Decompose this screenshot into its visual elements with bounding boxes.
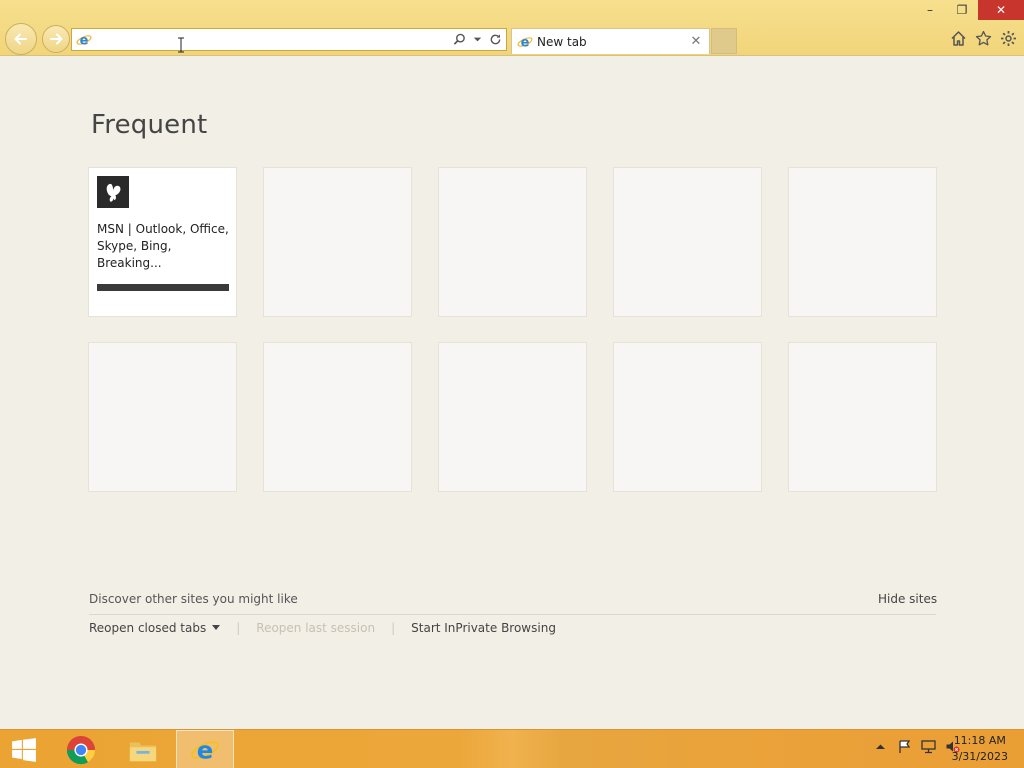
network-icon[interactable] — [920, 738, 936, 754]
taskbar-file-explorer[interactable] — [114, 730, 172, 768]
tile-title: MSN | Outlook, Office, Skype, Bing, Brea… — [97, 222, 229, 270]
reopen-last-session-link: Reopen last session — [256, 621, 376, 635]
home-icon[interactable] — [949, 29, 968, 48]
clock-date: 3/31/2023 — [951, 750, 1008, 763]
browser-chrome: e e New tab ✕ – ❐ ✕ — [0, 0, 1024, 56]
reopen-closed-tabs-button[interactable]: Reopen closed tabs — [89, 621, 221, 635]
clock-time: 11:18 AM — [953, 734, 1006, 747]
chevron-down-icon — [212, 625, 221, 630]
frequent-tile-empty — [613, 342, 762, 492]
frequent-tile-empty — [438, 167, 587, 317]
msn-butterfly-icon — [97, 176, 129, 208]
taskbar: e 11:18 AM 3/31/2023 — [0, 729, 1024, 768]
back-button[interactable] — [5, 23, 37, 55]
close-button[interactable]: ✕ — [978, 0, 1024, 20]
frequent-tile-empty — [438, 342, 587, 492]
address-input[interactable] — [92, 29, 452, 50]
svg-text:e: e — [521, 35, 530, 50]
frequent-tile-empty — [788, 342, 937, 492]
page-title: Frequent — [91, 110, 208, 140]
settings-icon[interactable] — [999, 29, 1018, 48]
tab-new-tab[interactable]: e New tab ✕ — [511, 28, 710, 54]
start-button[interactable] — [0, 730, 48, 768]
frequent-tile-empty — [613, 167, 762, 317]
taskbar-chrome[interactable] — [52, 730, 110, 768]
ie-icon: e — [517, 35, 533, 50]
hide-sites-link[interactable]: Hide sites — [878, 592, 937, 606]
reopen-closed-tabs-label: Reopen closed tabs — [89, 621, 207, 635]
search-icon[interactable] — [452, 32, 466, 48]
bottom-links: Reopen closed tabs | Reopen last session… — [89, 621, 556, 635]
forward-button[interactable] — [42, 25, 70, 53]
tab-label: New tab — [537, 34, 587, 49]
start-inprivate-link[interactable]: Start InPrivate Browsing — [411, 621, 556, 635]
refresh-icon[interactable] — [488, 32, 502, 48]
divider — [89, 614, 936, 615]
chrome-icon — [66, 735, 96, 764]
forward-arrow-icon — [50, 33, 63, 45]
svg-text:e: e — [80, 33, 89, 48]
frequent-tile-empty — [88, 342, 237, 492]
minimize-button[interactable]: – — [914, 0, 946, 20]
back-arrow-icon — [14, 33, 27, 45]
taskbar-internet-explorer[interactable]: e — [176, 730, 234, 768]
link-separator: | — [236, 621, 241, 635]
frequent-tile-msn[interactable]: MSN | Outlook, Office, Skype, Bing, Brea… — [88, 167, 237, 317]
address-bar[interactable]: e — [71, 28, 507, 51]
show-hidden-icons-icon[interactable] — [872, 738, 888, 754]
new-tab-button[interactable] — [711, 28, 737, 54]
discover-sites-link[interactable]: Discover other sites you might like — [89, 592, 298, 606]
start-icon — [12, 737, 36, 762]
close-tab-icon[interactable]: ✕ — [689, 34, 703, 49]
command-icons — [949, 29, 1018, 48]
favorites-icon[interactable] — [974, 29, 993, 48]
text-cursor-icon — [178, 37, 184, 53]
restore-button[interactable]: ❐ — [946, 0, 978, 20]
action-center-flag-icon[interactable] — [896, 738, 912, 754]
svg-text:e: e — [197, 735, 214, 764]
internet-explorer-icon: e — [191, 735, 219, 764]
frequent-tiles: MSN | Outlook, Office, Skype, Bing, Brea… — [88, 167, 938, 492]
frequent-tile-empty — [263, 167, 412, 317]
window-controls: – ❐ ✕ — [914, 0, 1024, 20]
frequent-tile-empty — [788, 167, 937, 317]
ie-icon: e — [76, 33, 92, 48]
link-separator: | — [391, 621, 396, 635]
tile-accent-bar — [97, 284, 229, 291]
file-explorer-icon — [129, 742, 157, 761]
clock[interactable]: 11:18 AM 3/31/2023 — [952, 733, 1008, 765]
dropdown-icon[interactable] — [470, 32, 484, 48]
frequent-tile-empty — [263, 342, 412, 492]
system-tray — [872, 738, 960, 754]
